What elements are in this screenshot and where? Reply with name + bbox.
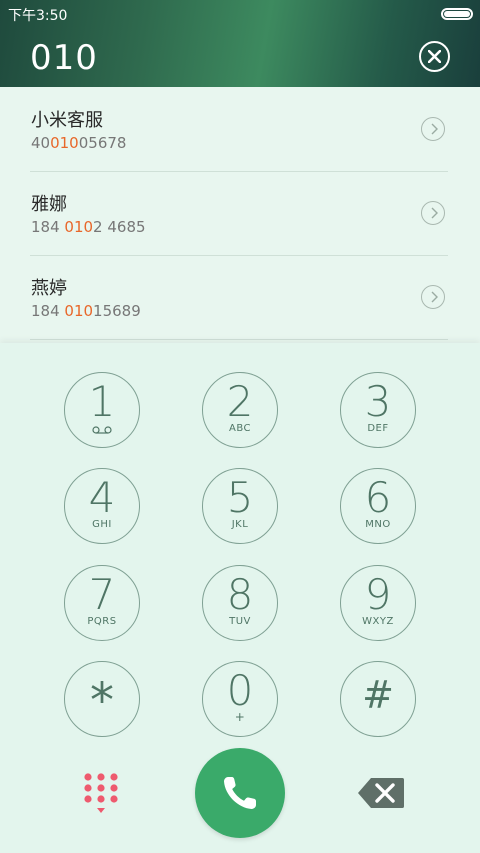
contact-name: 燕婷 xyxy=(31,278,67,299)
key-8[interactable]: 8 TUV xyxy=(202,565,278,641)
keypad-toggle-button[interactable] xyxy=(82,771,122,817)
contact-row[interactable]: 雅娜 184 0102 4685 xyxy=(30,171,448,256)
clear-number-button[interactable] xyxy=(419,41,450,72)
key-0[interactable]: 0 + xyxy=(202,661,278,737)
key-9[interactable]: 9 WXYZ xyxy=(340,565,416,641)
key-4[interactable]: 4 GHI xyxy=(64,468,140,544)
phone-icon xyxy=(224,777,256,809)
key-3[interactable]: 3 DEF xyxy=(340,372,416,448)
key-star[interactable]: * xyxy=(64,661,140,737)
contact-name: 雅娜 xyxy=(31,194,67,215)
key-7[interactable]: 7 PQRS xyxy=(64,565,140,641)
dial-keypad: 1 2 ABC 3 DEF 4 GHI 5 JKL 6 MNO 7 PQRS 8… xyxy=(0,343,480,853)
battery-icon xyxy=(441,8,473,20)
backspace-icon xyxy=(358,778,404,808)
dialed-number: 010 xyxy=(30,38,98,78)
contact-number: 4001005678 xyxy=(31,134,127,152)
backspace-button[interactable] xyxy=(356,775,406,811)
contact-number: 184 0102 4685 xyxy=(31,218,146,236)
voicemail-icon xyxy=(92,426,112,434)
contact-results: 小米客服 4001005678 雅娜 184 0102 4685 燕婷 184 … xyxy=(0,87,480,343)
dialer-header: 下午3:50 010 xyxy=(0,0,480,87)
call-button[interactable] xyxy=(195,748,285,838)
chevron-right-icon xyxy=(431,207,438,219)
chevron-right-icon xyxy=(431,291,438,303)
key-1[interactable]: 1 xyxy=(64,372,140,448)
contact-detail-button[interactable] xyxy=(421,285,445,309)
key-6[interactable]: 6 MNO xyxy=(340,468,416,544)
contact-name: 小米客服 xyxy=(31,110,103,131)
contact-detail-button[interactable] xyxy=(421,201,445,225)
dialpad-icon xyxy=(84,773,118,813)
key-hash[interactable]: # xyxy=(340,661,416,737)
contact-detail-button[interactable] xyxy=(421,117,445,141)
contact-row[interactable]: 小米客服 4001005678 xyxy=(30,87,448,172)
key-2[interactable]: 2 ABC xyxy=(202,372,278,448)
close-icon xyxy=(428,50,441,63)
key-5[interactable]: 5 JKL xyxy=(202,468,278,544)
status-time: 下午3:50 xyxy=(8,8,68,24)
contact-number: 184 01015689 xyxy=(31,302,141,320)
contact-row[interactable]: 燕婷 184 01015689 xyxy=(30,255,448,340)
chevron-right-icon xyxy=(431,123,438,135)
